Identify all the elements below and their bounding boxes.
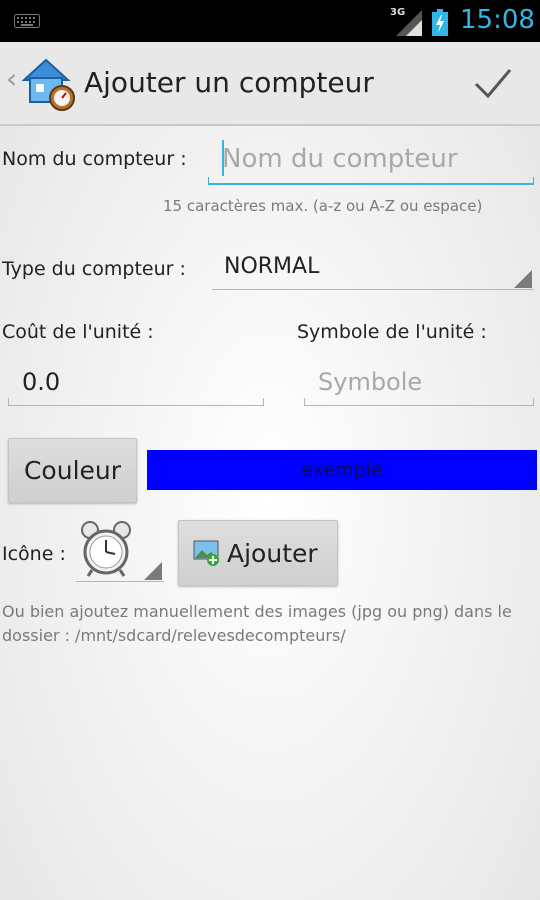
type-spinner[interactable]: NORMAL	[212, 248, 534, 290]
spinner-arrow-icon	[514, 270, 532, 288]
signal-icon	[396, 10, 422, 36]
house-compteur-icon[interactable]	[20, 54, 78, 112]
page-title: Ajouter un compteur	[84, 66, 374, 99]
name-input-underline	[208, 177, 534, 185]
add-image-icon	[193, 540, 219, 566]
name-hint: 15 caractères max. (a-z ou A-Z ou espace…	[163, 197, 483, 215]
unit-cost-label: Coût de l'unité :	[2, 321, 154, 343]
clock: 15:08	[460, 5, 535, 35]
unit-cost-underline	[8, 398, 264, 406]
unit-symbol-input[interactable]	[316, 362, 530, 402]
alarm-clock-icon	[81, 521, 131, 577]
icon-label: Icône :	[2, 543, 66, 565]
action-bar: ‹ Ajouter un compteur	[0, 42, 540, 126]
type-label: Type du compteur :	[2, 258, 186, 280]
name-input[interactable]	[220, 138, 534, 180]
add-icon-button[interactable]: Ajouter	[178, 520, 338, 586]
add-icon-button-label: Ajouter	[227, 538, 318, 568]
text-cursor	[222, 140, 224, 176]
battery-charging-icon	[432, 9, 448, 36]
icon-spinner[interactable]	[76, 520, 164, 582]
type-spinner-value: NORMAL	[224, 254, 320, 279]
name-label: Nom du compteur :	[2, 148, 187, 170]
chevron-left-icon[interactable]: ‹	[6, 62, 17, 95]
spinner-underline	[212, 289, 534, 290]
checkmark-icon[interactable]	[464, 58, 522, 108]
manual-images-note: Ou bien ajoutez manuellement des images …	[2, 602, 512, 645]
icon-spinner-arrow-icon	[144, 562, 162, 580]
icon-spinner-underline	[76, 581, 164, 582]
color-sample-text: exemple	[301, 459, 383, 481]
unit-symbol-underline	[304, 398, 534, 406]
unit-symbol-label: Symbole de l'unité :	[297, 321, 487, 343]
color-sample: exemple	[147, 450, 537, 490]
unit-cost-input[interactable]	[20, 362, 260, 402]
keyboard-icon	[14, 14, 40, 28]
status-bar: 3G 15:08	[0, 0, 540, 42]
color-button[interactable]: Couleur	[8, 438, 137, 503]
